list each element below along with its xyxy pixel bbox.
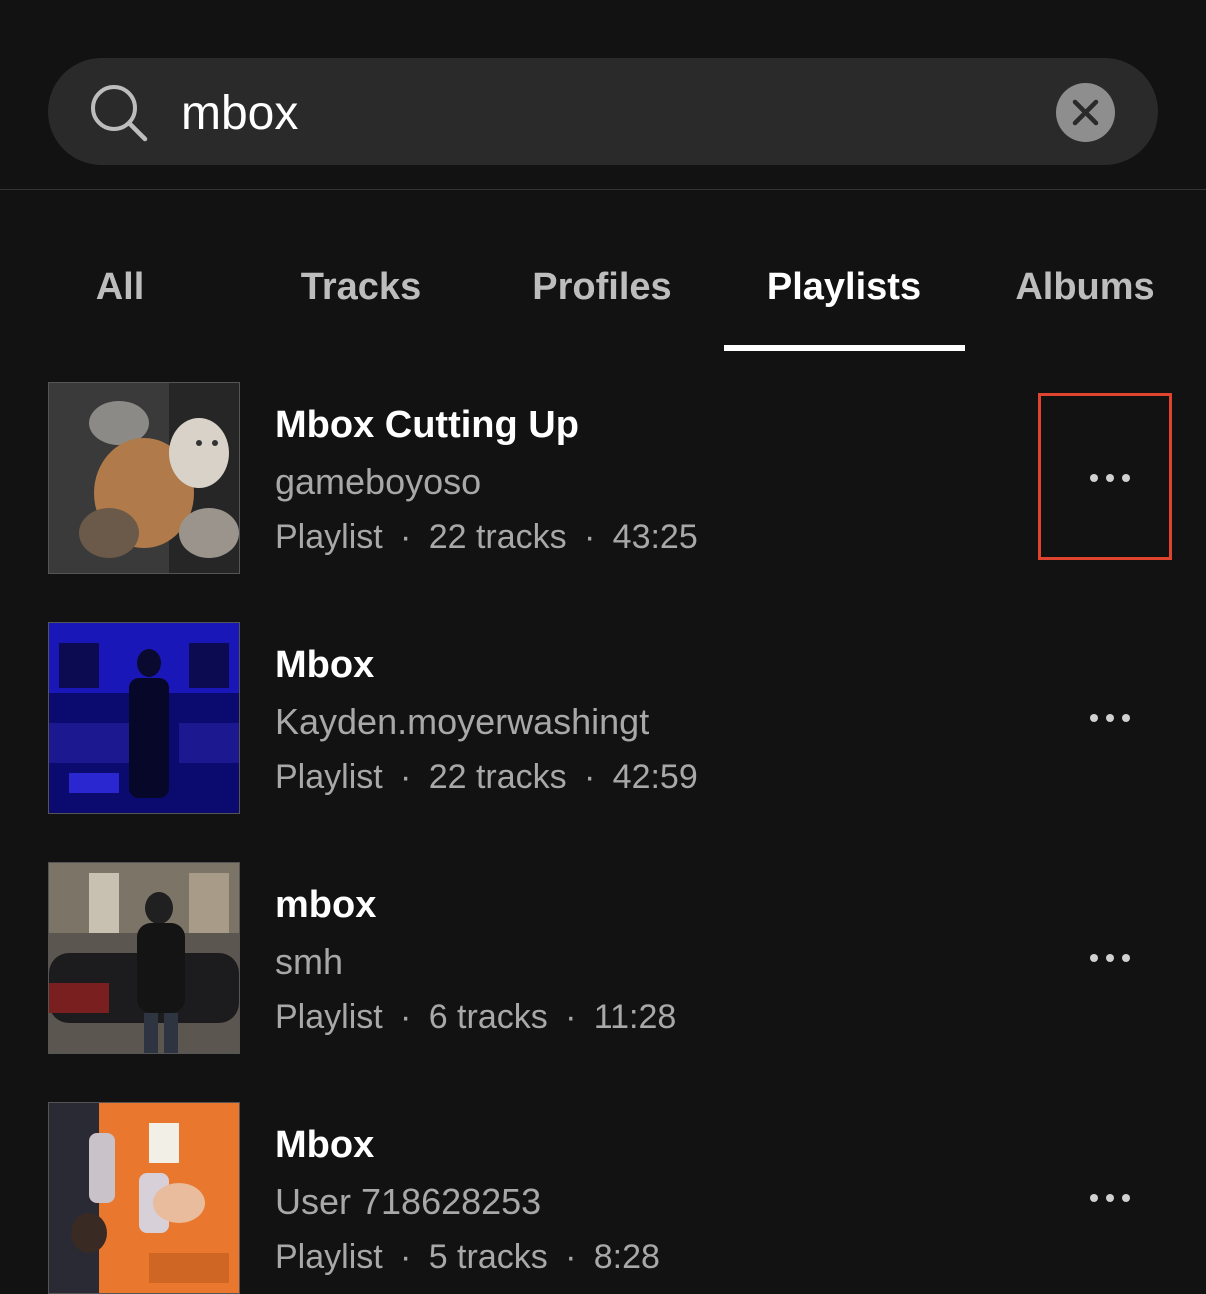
tab-tracks[interactable]: Tracks bbox=[261, 262, 461, 312]
playlist-title: Mbox bbox=[275, 644, 375, 686]
more-options-button[interactable] bbox=[1078, 940, 1142, 976]
playlist-duration: 42:59 bbox=[612, 758, 698, 796]
meta-separator: · bbox=[400, 518, 412, 556]
meta-separator: · bbox=[583, 518, 596, 556]
meta-separator: · bbox=[583, 758, 596, 796]
tab-profiles[interactable]: Profiles bbox=[497, 262, 707, 312]
list-item[interactable]: Mbox Cutting Up gameboyoso Playlist · 22 t… bbox=[0, 382, 1206, 574]
tab-playlists[interactable]: Playlists bbox=[734, 262, 954, 312]
playlist-duration: 8:28 bbox=[593, 1238, 660, 1276]
more-horizontal-icon bbox=[1090, 1194, 1130, 1202]
playlist-type: Playlist bbox=[275, 518, 383, 556]
playlist-cover-image bbox=[48, 862, 240, 1054]
track-count: 22 tracks bbox=[428, 758, 567, 796]
playlist-type: Playlist bbox=[275, 998, 383, 1036]
clear-search-button[interactable] bbox=[1056, 83, 1115, 142]
playlist-type: Playlist bbox=[275, 1238, 383, 1276]
track-count: 22 tracks bbox=[428, 518, 567, 556]
list-item[interactable]: mbox smh Playlist · 6 tracks · 11:28 bbox=[0, 862, 1206, 1054]
search-input[interactable]: mbox bbox=[181, 84, 298, 144]
meta-separator: · bbox=[565, 1238, 577, 1276]
highlight-box bbox=[1038, 393, 1172, 560]
more-options-button[interactable] bbox=[1078, 700, 1142, 736]
meta-separator: · bbox=[565, 998, 577, 1036]
more-horizontal-icon bbox=[1090, 714, 1130, 722]
playlist-owner: gameboyoso bbox=[275, 461, 482, 502]
playlist-owner: Kayden.moyerwashingt bbox=[275, 701, 650, 742]
meta-separator: · bbox=[400, 758, 412, 796]
playlist-meta: Playlist · 22 tracks · 42:59 bbox=[275, 755, 698, 799]
header-divider bbox=[0, 189, 1206, 190]
playlist-cover-image bbox=[48, 382, 240, 574]
active-tab-indicator bbox=[724, 345, 965, 351]
track-count: 6 tracks bbox=[428, 998, 548, 1036]
playlist-meta: Playlist · 5 tracks · 8:28 bbox=[275, 1235, 660, 1279]
list-item[interactable]: Mbox User 718628253 Playlist · 5 tracks · 8:… bbox=[0, 1102, 1206, 1294]
playlist-owner: User 718628253 bbox=[275, 1181, 542, 1222]
playlist-title: Mbox Cutting Up bbox=[275, 404, 579, 446]
playlist-type: Playlist bbox=[275, 758, 383, 796]
playlist-title: Mbox bbox=[275, 1124, 375, 1166]
more-options-button[interactable] bbox=[1078, 1180, 1142, 1216]
more-horizontal-icon bbox=[1090, 954, 1130, 962]
playlist-duration: 43:25 bbox=[612, 518, 698, 556]
playlist-duration: 11:28 bbox=[593, 998, 677, 1036]
track-count: 5 tracks bbox=[428, 1238, 548, 1276]
playlist-cover-image bbox=[48, 622, 240, 814]
playlist-meta: Playlist · 6 tracks · 11:28 bbox=[275, 995, 676, 1039]
tab-albums[interactable]: Albums bbox=[990, 262, 1180, 312]
meta-separator: · bbox=[400, 1238, 412, 1276]
search-icon bbox=[88, 82, 150, 144]
meta-separator: · bbox=[400, 998, 412, 1036]
playlist-title: mbox bbox=[275, 884, 377, 926]
playlist-meta: Playlist · 22 tracks · 43:25 bbox=[275, 515, 698, 559]
tab-all[interactable]: All bbox=[60, 262, 180, 312]
close-icon bbox=[1072, 99, 1099, 126]
playlist-owner: smh bbox=[275, 941, 344, 982]
list-item[interactable]: Mbox Kayden.moyerwashingt Playlist · 22 tr… bbox=[0, 622, 1206, 814]
playlist-cover-image bbox=[48, 1102, 240, 1294]
